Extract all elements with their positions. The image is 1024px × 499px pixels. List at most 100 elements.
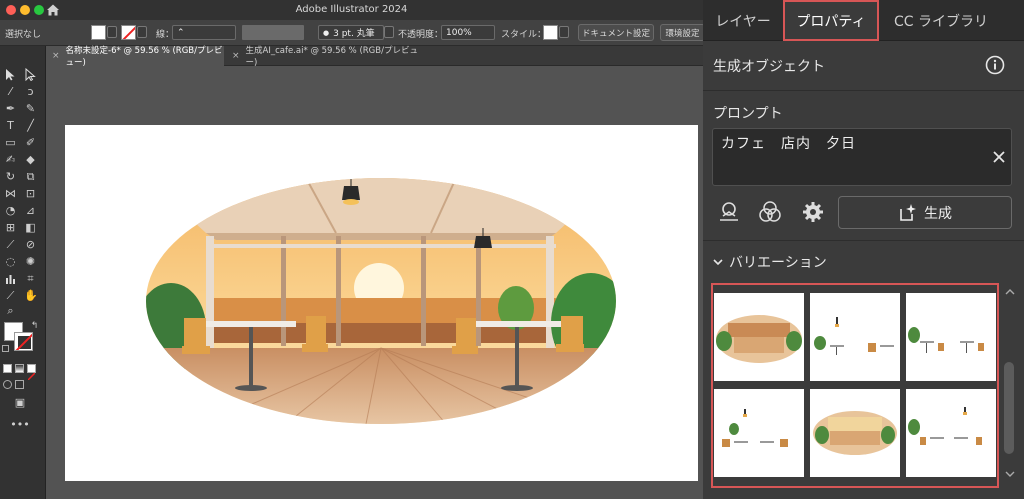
tab-layers[interactable]: レイヤー — [703, 0, 783, 41]
rectangle-tool-icon[interactable]: ▭ — [4, 136, 17, 149]
default-colors-icon[interactable] — [2, 345, 9, 352]
artboard-tool-icon[interactable]: ⌗ — [24, 272, 37, 285]
gear-icon[interactable] — [801, 200, 825, 224]
artboard[interactable] — [65, 125, 698, 481]
eraser-tool-icon[interactable]: ◆ — [24, 153, 37, 166]
shaper-tool-icon[interactable]: ✍ — [4, 153, 17, 166]
chevron-down-icon — [713, 259, 723, 266]
variation-image — [908, 327, 984, 353]
prompt-label: プロンプト — [713, 106, 783, 122]
opacity-field[interactable]: 100% — [441, 25, 495, 40]
illustrator-window: Adobe Illustrator 2024 選択なし 線： ⌃ ● 3 pt.… — [0, 0, 1024, 499]
fill-dropdown[interactable] — [107, 26, 117, 38]
close-icon[interactable] — [992, 150, 1006, 164]
none-mode-icon[interactable] — [27, 364, 36, 381]
variations-header[interactable]: バリエーション — [713, 252, 827, 272]
direct-selection-tool-icon[interactable] — [24, 68, 37, 81]
variable-width-profile[interactable] — [242, 25, 304, 40]
sparkle-frame-icon — [900, 203, 916, 221]
hand-tool-icon[interactable]: ✋ — [24, 289, 38, 302]
variation-thumbnail-6[interactable] — [906, 389, 996, 477]
symbol-sprayer-tool-icon[interactable]: ✺ — [24, 255, 37, 268]
section-title: 生成オブジェクト — [713, 59, 825, 75]
mesh-tool-icon[interactable]: ⊞ — [4, 221, 17, 234]
rotate-tool-icon[interactable]: ↻ — [4, 170, 17, 183]
tab-cc-libraries[interactable]: CC ライブラリ — [881, 0, 1001, 41]
canvas[interactable] — [46, 66, 703, 499]
none-stroke-icon — [122, 26, 135, 39]
variation-image — [722, 409, 788, 447]
color-mode-icon[interactable] — [3, 364, 12, 373]
variation-thumbnail-1[interactable] — [714, 293, 804, 381]
stroke-color-box[interactable] — [14, 332, 33, 351]
preferences-button[interactable]: 環境設定 — [660, 24, 705, 41]
recolor-icon[interactable] — [717, 200, 741, 224]
close-tab-icon[interactable]: × — [232, 51, 240, 61]
brush-dropdown[interactable] — [384, 26, 394, 38]
zoom-tool-icon[interactable]: ⌕ — [4, 304, 17, 317]
column-graph-tool-icon[interactable] — [4, 272, 17, 285]
eyedropper-tool-icon[interactable]: ⟋ — [4, 238, 17, 251]
more-tools-icon[interactable]: ••• — [10, 418, 30, 431]
variation-thumbnail-5[interactable] — [810, 389, 900, 477]
paintbrush-tool-icon[interactable]: ✐ — [24, 136, 37, 149]
variation-thumbnail-2[interactable] — [810, 293, 900, 381]
document-tab-bar: × 名称未設定-6* @ 59.56 % (RGB/プレビュー) × 生成AI_… — [46, 46, 703, 68]
cafe-sunset-illustration[interactable] — [146, 178, 616, 424]
variation-thumbnail-4[interactable] — [714, 389, 804, 477]
pen-tool-icon[interactable]: ✒ — [4, 102, 17, 115]
width-tool-icon[interactable]: ⋈ — [4, 187, 17, 200]
close-tab-icon[interactable]: × — [52, 51, 60, 61]
intersect-circles-icon[interactable] — [758, 200, 782, 224]
tab-properties[interactable]: プロパティ — [783, 0, 879, 41]
blend-tool-icon[interactable]: ◌ — [4, 255, 17, 268]
tools-panel: ⁄ ↄ ✒ ✎ T ╱ ▭ ✐ ✍ ◆ ↻ ⧉ ⋈ ⊡ ◔ ⊿ ⊞ ◧ ⟋ ⊘ … — [0, 46, 46, 499]
type-tool-icon[interactable]: T — [4, 119, 17, 132]
title-bar: Adobe Illustrator 2024 — [0, 0, 703, 20]
screen-mode-icon[interactable]: ▣ — [10, 396, 30, 409]
free-transform-tool-icon[interactable]: ⊡ — [24, 187, 37, 200]
divider — [703, 240, 1024, 241]
divider — [703, 90, 1024, 91]
swap-colors-icon[interactable]: ↰ — [28, 320, 41, 333]
variation-image — [908, 407, 982, 445]
brush-definition-field[interactable]: ● 3 pt. 丸筆 — [318, 25, 384, 40]
info-icon[interactable] — [985, 55, 1005, 75]
prompt-input[interactable]: カフェ 店内 夕日 — [712, 128, 1012, 186]
variations-grid — [711, 283, 999, 488]
magic-wand-tool-icon[interactable]: ⁄ — [4, 85, 17, 98]
doc-tab-untitled[interactable]: × 名称未設定-6* @ 59.56 % (RGB/プレビュー) — [46, 46, 224, 68]
draw-normal-icon[interactable] — [3, 380, 12, 389]
gradient-tool-icon[interactable]: ◧ — [24, 221, 37, 234]
stroke-dropdown[interactable] — [137, 26, 147, 38]
curvature-tool-icon[interactable]: ✎ — [24, 102, 37, 115]
line-tool-icon[interactable]: ╱ — [24, 119, 37, 132]
scrollbar-thumb[interactable] — [1004, 362, 1014, 454]
doc-tab-cafe[interactable]: × 生成AI_cafe.ai* @ 59.56 % (RGB/プレビュー) — [226, 46, 426, 68]
document-setup-button[interactable]: ドキュメント設定 — [578, 24, 654, 41]
doc-tab-label: 名称未設定-6* @ 59.56 % (RGB/プレビュー) — [65, 46, 223, 68]
stroke-color-swatch[interactable] — [121, 25, 136, 40]
variation-thumbnail-3[interactable] — [906, 293, 996, 381]
generate-button[interactable]: 生成 — [838, 196, 1012, 229]
none-slash-icon — [27, 372, 36, 381]
fill-color-swatch[interactable] — [91, 25, 106, 40]
selection-tool-icon[interactable] — [4, 68, 17, 81]
perspective-grid-tool-icon[interactable]: ⊿ — [24, 204, 37, 217]
draw-behind-icon[interactable] — [15, 380, 24, 389]
stroke-weight-field[interactable]: ⌃ — [172, 25, 236, 40]
properties-panel: レイヤー プロパティ CC ライブラリ 生成オブジェクト プロンプト カフェ 店… — [703, 0, 1024, 499]
graphic-style-swatch[interactable] — [543, 25, 558, 40]
style-dropdown[interactable] — [559, 26, 569, 38]
lasso-tool-icon[interactable]: ↄ — [24, 85, 37, 98]
measure-tool-icon[interactable]: ⊘ — [24, 238, 37, 251]
scale-tool-icon[interactable]: ⧉ — [24, 170, 37, 183]
control-bar: 選択なし 線： ⌃ ● 3 pt. 丸筆 不透明度： 100% スタイル： ドキ… — [0, 20, 705, 46]
shape-builder-tool-icon[interactable]: ◔ — [4, 204, 17, 217]
style-label: スタイル： — [501, 29, 547, 40]
brush-dot-icon: ● — [323, 28, 330, 37]
panel-tab-bar: レイヤー プロパティ CC ライブラリ — [703, 0, 1024, 41]
slice-tool-icon[interactable]: ⟋ — [4, 289, 17, 302]
doc-tab-label: 生成AI_cafe.ai* @ 59.56 % (RGB/プレビュー) — [245, 46, 418, 68]
gradient-mode-icon[interactable] — [15, 364, 24, 373]
